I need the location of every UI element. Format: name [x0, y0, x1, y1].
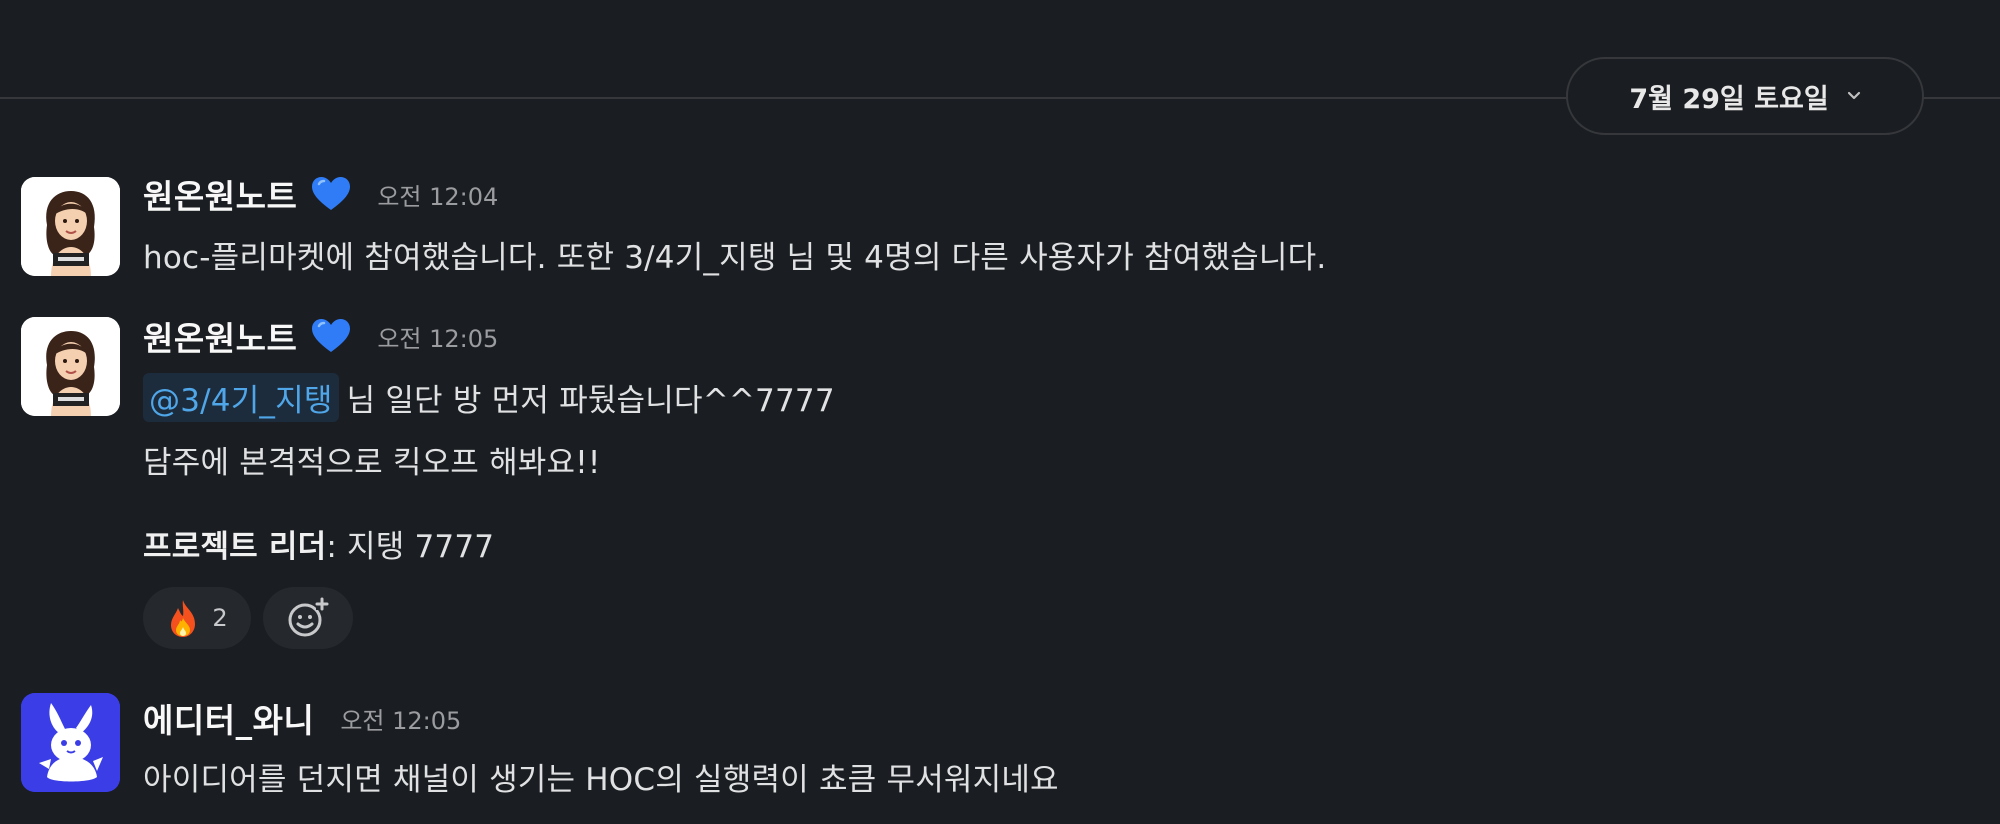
- avatar-rabbit-illustration: [21, 693, 120, 792]
- fire-emoji-icon: [171, 600, 196, 637]
- reaction-count: 2: [212, 604, 228, 632]
- avatar-woman-illustration: [21, 317, 120, 416]
- sender-name[interactable]: 에디터_와니: [143, 694, 314, 742]
- blue-heart-icon: [312, 177, 351, 210]
- date-label: 7월 29일 토요일: [1629, 83, 1829, 115]
- avatar[interactable]: [21, 693, 120, 792]
- message-text: 아이디어를 던지면 채널이 생기는 HOC의 실행력이 쵸큼 무서워지네요: [143, 762, 1059, 798]
- message-line: @3/4기_지탱 님 일단 방 먼저 파뒀습니다^^7777: [143, 373, 835, 422]
- date-jump-button[interactable]: 7월 29일 토요일: [1566, 57, 1924, 135]
- message-header: 원온원노트 오전 12:04: [143, 170, 498, 218]
- message-text: 담주에 본격적으로 킥오프 해봐요!!: [143, 445, 601, 481]
- sender-name[interactable]: 원온원노트: [143, 312, 297, 360]
- add-reaction-button[interactable]: [263, 587, 353, 649]
- channel-message-pane: 7월 29일 토요일 원온원노트 오전 12:04 hoc-플리마켓에 참여했습…: [0, 0, 2000, 824]
- message-header: 에디터_와니 오전 12:05: [143, 694, 461, 742]
- avatar[interactable]: [21, 317, 120, 416]
- user-mention[interactable]: @3/4기_지탱: [143, 373, 339, 422]
- message-text: hoc-플리마켓에 참여했습니다. 또한 3/4기_지탱 님 및 4명의 다른 …: [143, 240, 1327, 276]
- reaction-bar: 2: [143, 587, 353, 649]
- sender-name[interactable]: 원온원노트: [143, 170, 297, 218]
- message-text: 님 일단 방 먼저 파뒀습니다^^7777: [346, 383, 835, 419]
- avatar[interactable]: [21, 177, 120, 276]
- add-emoji-icon: [288, 597, 329, 637]
- chevron-down-icon: [1847, 89, 1861, 103]
- message-timestamp[interactable]: 오전 12:05: [377, 319, 498, 354]
- reaction-fire[interactable]: 2: [143, 587, 251, 649]
- blue-heart-icon: [312, 319, 351, 352]
- bold-label: 프로젝트 리더: [143, 529, 327, 565]
- message-timestamp[interactable]: 오전 12:05: [340, 701, 461, 736]
- avatar-woman-illustration: [21, 177, 120, 276]
- message-header: 원온원노트 오전 12:05: [143, 312, 498, 360]
- message-line: 프로젝트 리더: 지탱 7777: [143, 521, 494, 566]
- message-text: : 지탱 7777: [326, 529, 495, 565]
- message-timestamp[interactable]: 오전 12:04: [377, 177, 498, 212]
